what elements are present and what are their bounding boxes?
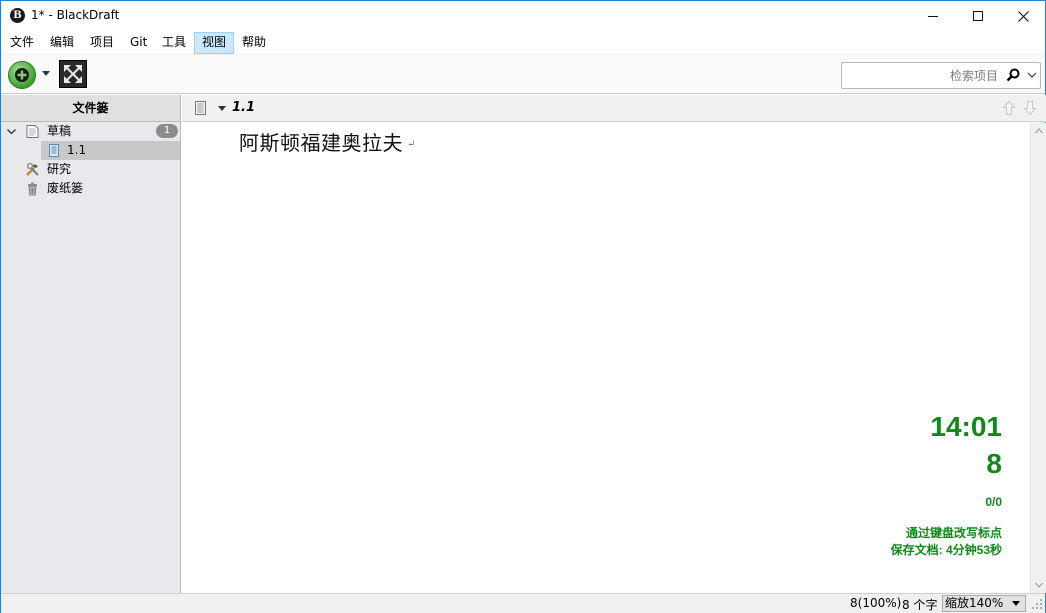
maximize-button[interactable]: [955, 1, 1001, 31]
menu-help[interactable]: 帮助: [235, 32, 273, 54]
menu-file[interactable]: 文件: [3, 32, 41, 54]
search-input[interactable]: [842, 63, 1002, 88]
plus-icon: [15, 68, 29, 82]
fullscreen-icon: [60, 61, 86, 87]
editor-header: 1.1: [182, 95, 1046, 122]
scroll-up-icon[interactable]: [1035, 127, 1043, 135]
research-tools-icon: [26, 162, 39, 176]
app-window: B 1* - BlackDraft 文件 编辑 项目 Git 工具 视图 帮助: [0, 0, 1046, 613]
minimize-button[interactable]: [910, 1, 956, 31]
save-status: 保存文档: 4分钟53秒: [890, 543, 1002, 557]
binder-header: 文件篓: [1, 95, 180, 122]
editor-document-title: 1.1: [232, 100, 256, 115]
editor-text[interactable]: 阿斯顿福建奥拉夫 ↵: [239, 127, 416, 156]
target-progress: 0/0: [985, 495, 1002, 509]
close-icon: [1017, 10, 1029, 22]
chevron-down-icon[interactable]: [1026, 69, 1038, 81]
binder-item-label: 研究: [47, 162, 72, 176]
menu-edit[interactable]: 编辑: [43, 32, 81, 54]
session-time: 14:01: [930, 411, 1002, 442]
chevron-down-icon[interactable]: [6, 126, 17, 137]
count-badge: 1: [156, 124, 178, 138]
binder-item-label: 草稿: [47, 124, 72, 138]
word-count: 8: [986, 448, 1002, 479]
maximize-icon: [973, 11, 983, 21]
editor-scrollbar[interactable]: [1030, 123, 1046, 593]
menu-view[interactable]: 视图: [194, 32, 235, 54]
toolbar: [1, 54, 1045, 94]
typing-mode-status: 通过键盘改写标点: [905, 526, 1002, 540]
chevron-down-icon: [1012, 601, 1020, 606]
binder-item-label: 废纸篓: [47, 181, 84, 195]
document-icon: [195, 101, 206, 115]
pilcrow-mark: ↵: [407, 139, 416, 150]
binder-item-trash[interactable]: 废纸篓: [1, 179, 180, 198]
menu-bar: 文件 编辑 项目 Git 工具 视图 帮助: [1, 31, 1045, 54]
menu-project[interactable]: 项目: [83, 32, 121, 54]
trash-icon: [28, 182, 37, 196]
binder-item-research[interactable]: 研究: [1, 160, 180, 179]
title-bar: B 1* - BlackDraft: [1, 1, 1045, 31]
draft-folder-icon: [26, 125, 39, 138]
app-logo-icon: B: [10, 8, 25, 23]
editor-pane[interactable]: 阿斯顿福建奥拉夫 ↵: [182, 123, 1030, 593]
document-icon: [49, 144, 59, 157]
close-button[interactable]: [1000, 1, 1046, 31]
search-box: [841, 62, 1041, 89]
zoom-select[interactable]: 缩放140%: [942, 595, 1026, 612]
zoom-value: 缩放140%: [945, 596, 1004, 610]
arrow-up-icon[interactable]: [1002, 100, 1016, 116]
add-dropdown-arrow-icon[interactable]: [42, 71, 50, 76]
binder-item-draft[interactable]: 草稿 1: [1, 122, 180, 141]
binder-item-doc-1-1[interactable]: 1.1: [1, 141, 180, 160]
binder-item-label: 1.1: [67, 143, 87, 157]
menu-tools[interactable]: 工具: [155, 32, 193, 54]
editor-history-dropdown-icon[interactable]: [218, 106, 226, 111]
add-item-button[interactable]: [8, 61, 36, 89]
document-content[interactable]: 阿斯顿福建奥拉夫: [239, 131, 403, 155]
composition-mode-button[interactable]: [59, 60, 87, 88]
search-icon[interactable]: [1006, 68, 1020, 82]
minimize-icon: [928, 15, 938, 17]
menu-git[interactable]: Git: [123, 32, 154, 54]
status-char-count: 8 个字: [902, 598, 938, 612]
window-title: 1* - BlackDraft: [31, 8, 120, 22]
status-word-count: 8(100%): [850, 596, 902, 610]
resize-grip-icon[interactable]: [1031, 598, 1043, 610]
binder-sidebar: 文件篓 草稿 1 1.1 研究 废纸篓: [1, 95, 181, 593]
arrow-down-icon[interactable]: [1023, 100, 1037, 116]
scroll-down-icon[interactable]: [1035, 581, 1043, 589]
status-bar: 8(100%) 8 个字 缩放140%: [1, 593, 1045, 613]
